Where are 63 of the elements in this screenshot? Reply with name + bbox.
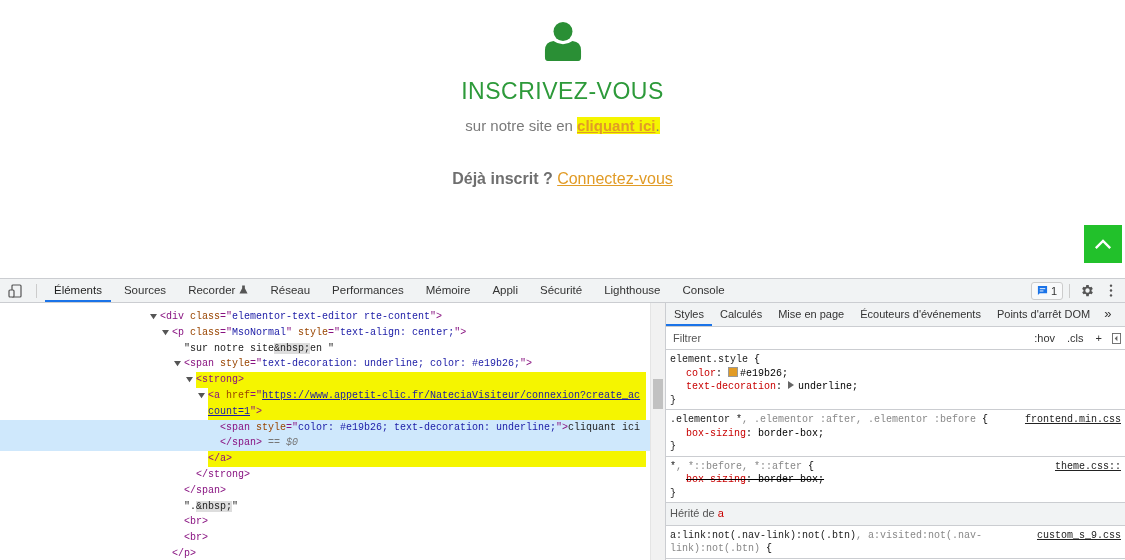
dom-node-line[interactable]: </strong> xyxy=(196,466,646,483)
closing-brace: } xyxy=(670,393,677,407)
flask-icon xyxy=(239,285,249,294)
scrollbar[interactable] xyxy=(650,303,665,560)
devtools-tab[interactable]: Sécurité xyxy=(531,279,592,302)
devtools-tab[interactable]: Lighthouse xyxy=(595,279,670,302)
dom-node-line[interactable]: <br> xyxy=(184,514,646,531)
filter-toolbar-button[interactable]: :hov xyxy=(1032,332,1058,344)
devtools-tab[interactable]: Console xyxy=(673,279,734,302)
dom-node-line[interactable]: </span> xyxy=(184,482,646,499)
filter-toolbar-button[interactable]: + xyxy=(1093,332,1104,344)
stylesheet-link[interactable]: custom_s_9.css xyxy=(1037,528,1121,556)
devtools-tab[interactable]: Mémoire xyxy=(416,279,480,302)
css-declaration[interactable]: text-decoration: underline; xyxy=(670,380,1121,394)
devtools-tab[interactable]: Recorder xyxy=(179,279,258,302)
dom-node-line[interactable]: <span style="text-decoration: underline; color: #e19b26;"> xyxy=(184,356,646,373)
heading: INSCRIVEZ-VOUS xyxy=(461,78,664,105)
dom-node-line[interactable]: <p class="MsoNormal" style="text-align: center;"> xyxy=(172,324,646,341)
devtools-tab[interactable]: Éléments xyxy=(45,279,111,302)
css-selector: element.style { xyxy=(670,353,761,367)
styles-pane-tab[interactable]: Styles xyxy=(666,303,712,326)
devtools-tab[interactable]: Performances xyxy=(323,279,413,302)
dom-node-line[interactable]: </p> xyxy=(172,545,646,560)
expand-triangle-icon[interactable] xyxy=(198,392,205,399)
dom-node-line[interactable]: ".&nbsp;" xyxy=(184,498,646,515)
device-toggle-icon[interactable] xyxy=(8,283,22,298)
dom-node-line[interactable]: <br> xyxy=(184,530,646,546)
css-declaration[interactable]: box-sizing: border-box; xyxy=(670,426,1121,440)
dom-node-line[interactable]: "sur notre site&nbsp;en " xyxy=(184,340,646,357)
styles-pane-tab[interactable]: Points d'arrêt DOM xyxy=(988,303,1099,326)
sidebar-toggle-icon[interactable] xyxy=(1112,332,1121,344)
message-icon xyxy=(1036,285,1048,296)
css-selector: .elementor *, .elementor :after, .elementor :before { xyxy=(670,413,989,427)
devtools-tab[interactable]: Réseau xyxy=(261,279,320,302)
chevron-up-icon xyxy=(1094,238,1112,250)
css-selector: a:link:not(.nav-link):not(.btn), a:visited:not(.nav-link):not(.btn) { xyxy=(670,528,984,556)
more-options-icon[interactable] xyxy=(1109,284,1113,297)
styles-pane-tab[interactable]: Écouteurs d'événements xyxy=(852,303,989,326)
closing-brace: } xyxy=(670,440,677,454)
expand-triangle-icon[interactable] xyxy=(150,313,157,320)
login-prompt: Déjà inscrit ? xyxy=(452,170,553,187)
css-declaration[interactable]: color: #e19b26; xyxy=(670,366,1121,380)
settings-icon[interactable] xyxy=(1080,283,1095,298)
expand-triangle-icon[interactable] xyxy=(162,328,169,336)
styles-pane-tab[interactable]: Calculés xyxy=(711,303,771,326)
stylesheet-link[interactable]: frontend.min.css xyxy=(1025,413,1121,427)
intro-text: sur notre site en cliquant ici. xyxy=(465,117,660,134)
styles-pane-tab[interactable]: Mise en page xyxy=(770,303,853,326)
user-icon xyxy=(543,20,582,62)
css-selector: *, *::before, *::after { xyxy=(670,459,815,473)
inherited-header: Hérité de a xyxy=(666,503,1125,526)
dom-node-line[interactable]: <div class="elementor-text-editor rte-content"> xyxy=(160,309,646,325)
css-declaration[interactable]: box-sizing: border-box; xyxy=(670,473,1121,487)
expand-triangle-icon[interactable] xyxy=(186,376,193,384)
closing-brace: } xyxy=(670,486,677,500)
expand-triangle-icon[interactable] xyxy=(174,360,181,368)
issues-button[interactable]: 1 xyxy=(1030,281,1063,300)
devtools-tab[interactable]: Appli xyxy=(483,279,527,302)
expand-triangle-icon[interactable] xyxy=(788,381,795,389)
more-tabs-button[interactable]: » xyxy=(1098,303,1118,326)
devtools-tab[interactable]: Sources xyxy=(114,279,176,302)
filter-toolbar-button[interactable]: .cls xyxy=(1065,332,1086,344)
stylesheet-link[interactable]: theme.css:: xyxy=(1055,459,1121,473)
